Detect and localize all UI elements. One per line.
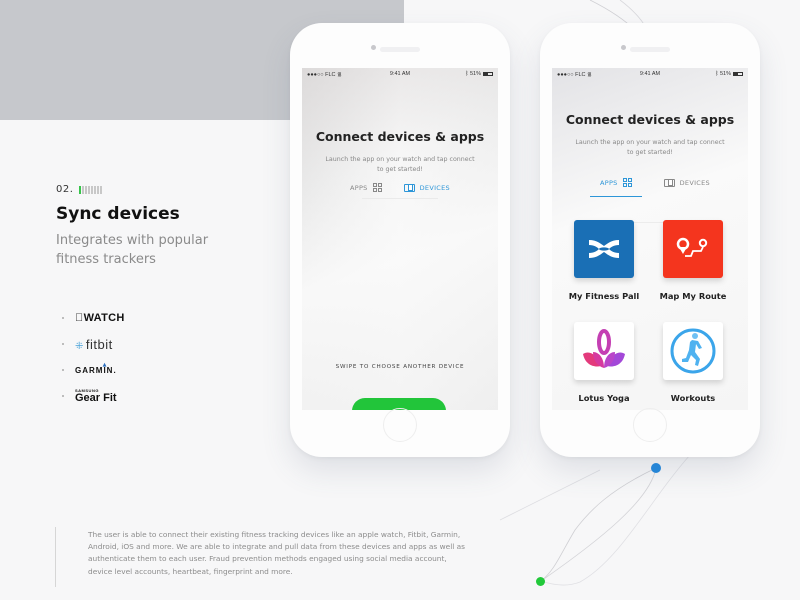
runner-icon bbox=[663, 322, 723, 380]
status-time: 9:41 AM bbox=[389, 71, 411, 77]
connector-line bbox=[540, 454, 691, 586]
bullet-dot bbox=[62, 395, 64, 397]
section-subtitle: Integrates with popular fitness trackers bbox=[56, 233, 209, 267]
app-label: Workouts bbox=[670, 393, 716, 403]
grid-icon bbox=[372, 183, 382, 192]
bullet-dot bbox=[62, 317, 64, 319]
battery-icon bbox=[733, 71, 743, 76]
step-indicator: 02. bbox=[56, 184, 103, 195]
battery-icon bbox=[483, 71, 493, 76]
brand-name: fitbit bbox=[85, 336, 113, 352]
route-pin-icon bbox=[663, 220, 723, 278]
progress-segment bbox=[94, 185, 97, 194]
connector-line bbox=[499, 469, 601, 521]
bullet-dot bbox=[62, 369, 64, 371]
app-label: Lotus Yoga bbox=[578, 393, 630, 403]
apps-screen: ●●●○○ FLC ᯾ 9:41 AM ᛒ 51% Connect device… bbox=[552, 68, 748, 410]
tab-bar: APPS DEVICES bbox=[552, 178, 748, 197]
status-bar: ●●●○○ FLC ᯾ 9:41 AM ᛒ 51% bbox=[302, 68, 498, 80]
bullet-dot bbox=[62, 343, 64, 345]
brand-apple-watch: WATCH bbox=[62, 305, 125, 331]
description-divider bbox=[55, 527, 56, 587]
tab-divider bbox=[362, 198, 438, 199]
progress-segment bbox=[85, 185, 88, 194]
under-armour-icon bbox=[574, 220, 634, 278]
tab-apps[interactable]: APPS bbox=[590, 178, 642, 197]
brand-name: WATCH bbox=[75, 312, 125, 324]
step-number: 02. bbox=[56, 184, 74, 195]
brand-name: Gear Fit bbox=[75, 391, 117, 404]
phone-apps: ●●●○○ FLC ᯾ 9:41 AM ᛒ 51% Connect device… bbox=[540, 23, 760, 457]
app-label: Map My Route bbox=[659, 291, 727, 301]
fitbit-dots-icon: ⁜ bbox=[75, 340, 84, 352]
camera-dot bbox=[371, 45, 376, 50]
grid-icon bbox=[622, 178, 632, 187]
swipe-hint: SWIPE TO CHOOSE ANOTHER DEVICE bbox=[335, 364, 465, 370]
app-tile[interactable]: My Fitness Pall bbox=[567, 220, 641, 301]
progress-segment bbox=[88, 185, 91, 194]
apple-icon:  bbox=[75, 312, 84, 324]
tab-devices[interactable]: DEVICES bbox=[403, 183, 450, 198]
screen-subtitle: Launch the app on your watch and tap con… bbox=[575, 139, 725, 156]
app-label: My Fitness Pall bbox=[568, 291, 640, 301]
connector-line bbox=[540, 467, 657, 582]
progress-segment bbox=[91, 185, 94, 194]
section-title: Sync devices bbox=[56, 204, 180, 224]
background-photo bbox=[302, 68, 498, 410]
connector-line bbox=[540, 467, 657, 582]
phone-devices: ●●●○○ FLC ᯾ 9:41 AM ᛒ 51% Connect device… bbox=[290, 23, 510, 457]
app-tile[interactable]: Workouts bbox=[656, 322, 730, 403]
step-progress-bar bbox=[79, 185, 103, 194]
brand-gear-fit: SAMSUNG Gear Fit bbox=[62, 383, 125, 409]
camera-dot bbox=[621, 45, 626, 50]
devices-icon bbox=[403, 183, 415, 192]
garmin-triangle-icon: ▲ bbox=[102, 362, 107, 368]
description-text: The user is able to connect their existi… bbox=[88, 530, 466, 576]
tab-devices[interactable]: DEVICES bbox=[663, 178, 710, 197]
screen-title: Connect devices & apps bbox=[315, 129, 485, 144]
home-button[interactable] bbox=[633, 408, 667, 442]
brand-fitbit: ⁜ fitbit bbox=[62, 331, 125, 357]
speaker-grille bbox=[380, 47, 420, 52]
speaker-grille bbox=[630, 47, 670, 52]
progress-segment bbox=[79, 185, 82, 194]
brand-name: GARMIN. bbox=[75, 365, 117, 375]
connector-node-green bbox=[536, 577, 545, 586]
status-bar: ●●●○○ FLC ᯾ 9:41 AM ᛒ 51% bbox=[552, 68, 748, 80]
active-tab-indicator bbox=[590, 195, 642, 197]
lotus-icon bbox=[574, 322, 634, 380]
connector-node-blue bbox=[651, 463, 661, 473]
tab-apps[interactable]: APPS bbox=[350, 183, 382, 198]
devices-screen: ●●●○○ FLC ᯾ 9:41 AM ᛒ 51% Connect device… bbox=[302, 68, 498, 410]
devices-icon bbox=[663, 178, 675, 187]
progress-segment bbox=[100, 185, 103, 194]
home-button[interactable] bbox=[383, 408, 417, 442]
app-tile[interactable]: Lotus Yoga bbox=[567, 322, 641, 403]
progress-segment bbox=[97, 185, 100, 194]
status-time: 9:41 AM bbox=[639, 71, 661, 77]
brand-list: WATCH ⁜fitbit GARMIN. ▲ SAMSUNG Gear Fi… bbox=[62, 305, 125, 409]
progress-segment bbox=[82, 185, 85, 194]
screen-title: Connect devices & apps bbox=[565, 112, 735, 127]
brand-garmin: GARMIN. ▲ bbox=[62, 357, 125, 383]
screen-subtitle: Launch the app on your watch and tap con… bbox=[325, 156, 475, 173]
tab-bar: APPS DEVICES bbox=[302, 183, 498, 198]
app-tile[interactable]: Map My Route bbox=[656, 220, 730, 301]
